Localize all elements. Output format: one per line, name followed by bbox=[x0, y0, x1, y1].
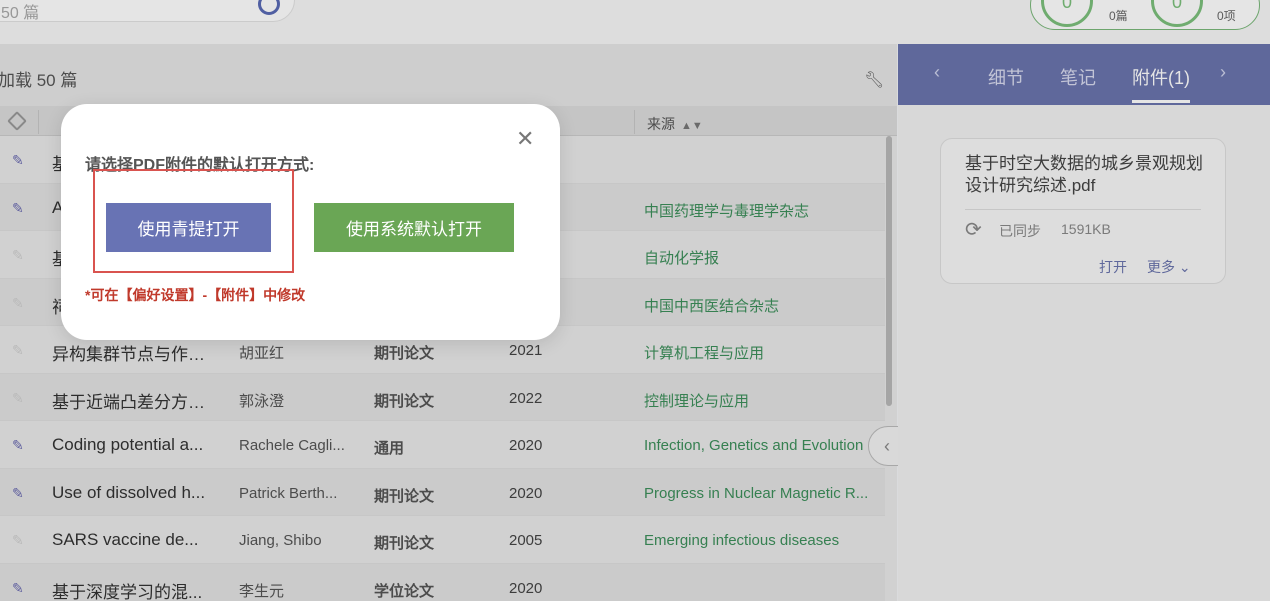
settings-note: *可在【偏好设置】-【附件】中修改 bbox=[85, 287, 306, 303]
open-method-dialog: ✕ 请选择PDF附件的默认打开方式: 使用青提打开 使用系统默认打开 *可在【偏… bbox=[61, 104, 560, 340]
open-with-qingti-button[interactable]: 使用青提打开 bbox=[106, 203, 271, 252]
close-icon[interactable]: ✕ bbox=[516, 128, 534, 150]
open-with-system-button[interactable]: 使用系统默认打开 bbox=[314, 203, 514, 252]
